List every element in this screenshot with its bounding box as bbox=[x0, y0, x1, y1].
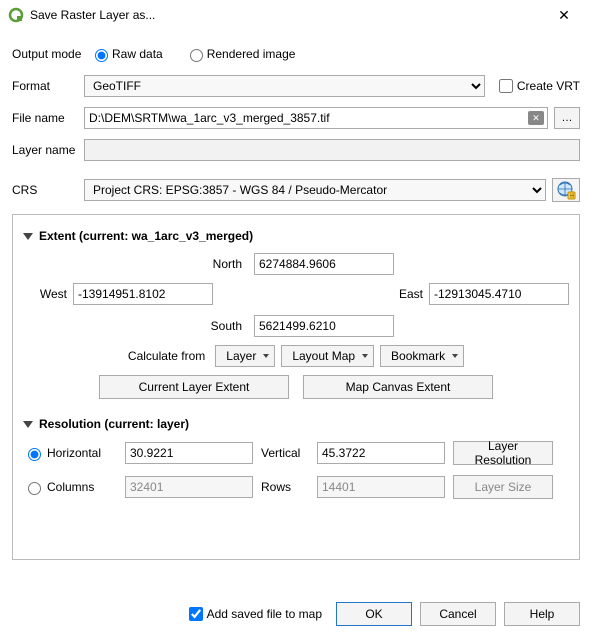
dialog-save-raster: Save Raster Layer as... ✕ Output mode Ra… bbox=[0, 0, 592, 636]
radio-raw-data-label: Raw data bbox=[112, 47, 163, 61]
close-icon[interactable]: ✕ bbox=[544, 7, 584, 24]
radio-raw-data[interactable]: Raw data bbox=[90, 46, 163, 62]
radio-columns-input[interactable] bbox=[28, 482, 41, 495]
calc-layer-button[interactable]: Layer bbox=[215, 345, 275, 367]
rows-input[interactable] bbox=[317, 476, 445, 498]
radio-columns[interactable]: Columns bbox=[23, 479, 117, 495]
horizontal-label: Horizontal bbox=[47, 446, 101, 460]
options-panel: Extent (current: wa_1arc_v3_merged) Nort… bbox=[12, 214, 580, 560]
collapse-icon bbox=[23, 233, 33, 240]
columns-label: Columns bbox=[47, 480, 94, 494]
extent-section-header[interactable]: Extent (current: wa_1arc_v3_merged) bbox=[23, 229, 569, 243]
horizontal-input[interactable] bbox=[125, 442, 253, 464]
create-vrt-checkbox[interactable]: Create VRT bbox=[495, 76, 580, 96]
rows-label: Rows bbox=[261, 480, 309, 494]
south-input[interactable] bbox=[254, 315, 394, 337]
vertical-label: Vertical bbox=[261, 446, 309, 460]
collapse-icon bbox=[23, 421, 33, 428]
titlebar: Save Raster Layer as... ✕ bbox=[0, 0, 592, 30]
format-select[interactable]: GeoTIFF bbox=[84, 75, 485, 97]
columns-input[interactable] bbox=[125, 476, 253, 498]
map-canvas-extent-button[interactable]: Map Canvas Extent bbox=[303, 375, 493, 399]
extent-buttons-row: Current Layer Extent Map Canvas Extent bbox=[23, 375, 569, 399]
east-label: East bbox=[379, 287, 429, 301]
help-button[interactable]: Help bbox=[504, 602, 580, 626]
format-row: Format GeoTIFF Create VRT bbox=[12, 74, 580, 98]
format-label: Format bbox=[12, 79, 84, 93]
ew-row: West East bbox=[23, 283, 569, 305]
radio-horizontal-input[interactable] bbox=[28, 448, 41, 461]
calc-from-row: Calculate from Layer Layout Map Bookmark bbox=[23, 345, 569, 367]
east-input[interactable] bbox=[429, 283, 569, 305]
radio-horizontal[interactable]: Horizontal bbox=[23, 445, 117, 461]
north-label: North bbox=[198, 257, 248, 271]
crs-row: CRS Project CRS: EPSG:3857 - WGS 84 / Ps… bbox=[12, 178, 580, 202]
current-layer-extent-button[interactable]: Current Layer Extent bbox=[99, 375, 289, 399]
layer-resolution-button[interactable]: Layer Resolution bbox=[453, 441, 553, 465]
add-saved-checkbox[interactable]: Add saved file to map bbox=[185, 604, 322, 624]
output-mode-label: Output mode bbox=[12, 47, 84, 61]
west-label: West bbox=[23, 287, 73, 301]
add-saved-label: Add saved file to map bbox=[207, 607, 322, 621]
clear-filename-icon[interactable]: ✕ bbox=[528, 111, 544, 125]
resolution-header-label: Resolution (current: layer) bbox=[39, 417, 189, 431]
filename-row: File name ✕ … bbox=[12, 106, 580, 130]
layer-size-button: Layer Size bbox=[453, 475, 553, 499]
radio-rendered-image-input[interactable] bbox=[190, 49, 203, 62]
browse-label: … bbox=[562, 112, 573, 124]
qgis-logo-icon bbox=[8, 7, 24, 23]
west-input[interactable] bbox=[73, 283, 213, 305]
filename-label: File name bbox=[12, 111, 84, 125]
crs-picker-button[interactable] bbox=[552, 178, 580, 202]
radio-rendered-image[interactable]: Rendered image bbox=[185, 46, 296, 62]
radio-rendered-image-label: Rendered image bbox=[207, 47, 296, 61]
south-label: South bbox=[198, 319, 248, 333]
calc-layoutmap-button[interactable]: Layout Map bbox=[281, 345, 374, 367]
calc-bookmark-button[interactable]: Bookmark bbox=[380, 345, 464, 367]
ok-button[interactable]: OK bbox=[336, 602, 412, 626]
calc-from-label: Calculate from bbox=[128, 349, 205, 363]
dialog-buttonbar: Add saved file to map OK Cancel Help bbox=[0, 592, 592, 636]
crs-label: CRS bbox=[12, 183, 84, 197]
browse-button[interactable]: … bbox=[554, 107, 580, 129]
globe-icon bbox=[555, 179, 577, 201]
columns-res-row: Columns Rows Layer Size bbox=[23, 475, 569, 499]
north-input[interactable] bbox=[254, 253, 394, 275]
add-saved-input[interactable] bbox=[189, 607, 203, 621]
dialog-content: Output mode Raw data Rendered image Form… bbox=[0, 30, 592, 592]
cancel-button[interactable]: Cancel bbox=[420, 602, 496, 626]
create-vrt-input[interactable] bbox=[499, 79, 513, 93]
resolution-section-header[interactable]: Resolution (current: layer) bbox=[23, 417, 569, 431]
output-mode-row: Output mode Raw data Rendered image bbox=[12, 46, 580, 62]
layername-row: Layer name bbox=[12, 138, 580, 162]
window-title: Save Raster Layer as... bbox=[30, 8, 544, 22]
filename-input[interactable] bbox=[84, 107, 548, 129]
vertical-input[interactable] bbox=[317, 442, 445, 464]
create-vrt-label: Create VRT bbox=[517, 79, 580, 93]
south-row: South bbox=[23, 315, 569, 337]
horizontal-res-row: Horizontal Vertical Layer Resolution bbox=[23, 441, 569, 465]
extent-header-label: Extent (current: wa_1arc_v3_merged) bbox=[39, 229, 253, 243]
north-row: North bbox=[23, 253, 569, 275]
layername-label: Layer name bbox=[12, 143, 84, 157]
radio-raw-data-input[interactable] bbox=[95, 49, 108, 62]
layername-input[interactable] bbox=[84, 139, 580, 161]
crs-select[interactable]: Project CRS: EPSG:3857 - WGS 84 / Pseudo… bbox=[84, 179, 546, 201]
